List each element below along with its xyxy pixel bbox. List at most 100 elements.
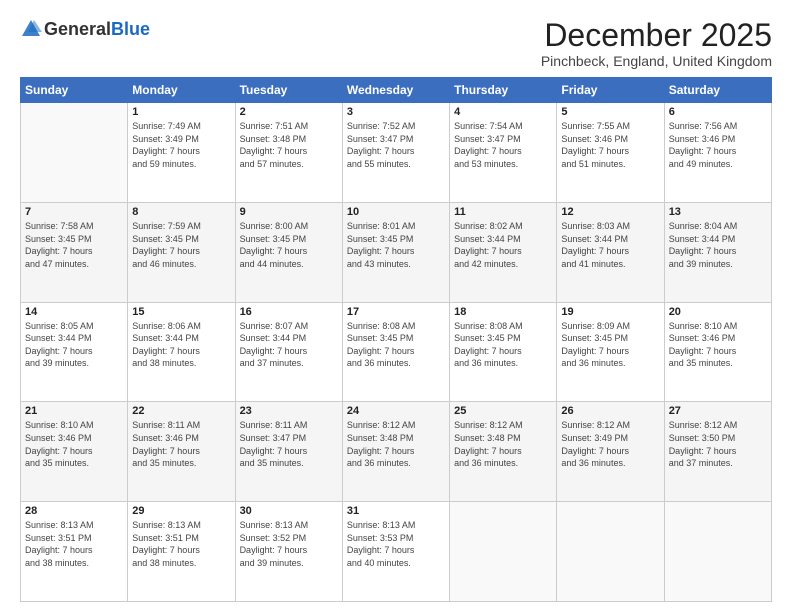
day-info: Sunrise: 8:01 AM Sunset: 3:45 PM Dayligh…	[347, 220, 445, 270]
day-number: 12	[561, 206, 659, 218]
day-number: 17	[347, 306, 445, 318]
table-row: 30 Sunrise: 8:13 AM Sunset: 3:52 PM Dayli…	[235, 502, 342, 602]
month-title: December 2025	[541, 18, 772, 53]
day-number: 18	[454, 306, 552, 318]
day-number: 26	[561, 405, 659, 417]
day-info: Sunrise: 7:56 AM Sunset: 3:46 PM Dayligh…	[669, 120, 767, 170]
day-info: Sunrise: 8:11 AM Sunset: 3:46 PM Dayligh…	[132, 419, 230, 469]
day-info: Sunrise: 8:12 AM Sunset: 3:49 PM Dayligh…	[561, 419, 659, 469]
day-info: Sunrise: 8:13 AM Sunset: 3:52 PM Dayligh…	[240, 519, 338, 569]
table-row: 6 Sunrise: 7:56 AM Sunset: 3:46 PM Daylig…	[664, 103, 771, 203]
day-info: Sunrise: 8:00 AM Sunset: 3:45 PM Dayligh…	[240, 220, 338, 270]
table-row: 26 Sunrise: 8:12 AM Sunset: 3:49 PM Dayli…	[557, 402, 664, 502]
day-info: Sunrise: 8:06 AM Sunset: 3:44 PM Dayligh…	[132, 320, 230, 370]
col-monday: Monday	[128, 78, 235, 103]
day-info: Sunrise: 7:58 AM Sunset: 3:45 PM Dayligh…	[25, 220, 123, 270]
table-row: 25 Sunrise: 8:12 AM Sunset: 3:48 PM Dayli…	[450, 402, 557, 502]
calendar-header-row: Sunday Monday Tuesday Wednesday Thursday…	[21, 78, 772, 103]
title-section: December 2025 Pinchbeck, England, United…	[541, 18, 772, 69]
day-info: Sunrise: 7:52 AM Sunset: 3:47 PM Dayligh…	[347, 120, 445, 170]
table-row: 27 Sunrise: 8:12 AM Sunset: 3:50 PM Dayli…	[664, 402, 771, 502]
table-row: 28 Sunrise: 8:13 AM Sunset: 3:51 PM Dayli…	[21, 502, 128, 602]
day-info: Sunrise: 8:13 AM Sunset: 3:51 PM Dayligh…	[132, 519, 230, 569]
day-number: 3	[347, 106, 445, 118]
day-info: Sunrise: 8:09 AM Sunset: 3:45 PM Dayligh…	[561, 320, 659, 370]
table-row: 4 Sunrise: 7:54 AM Sunset: 3:47 PM Daylig…	[450, 103, 557, 203]
table-row: 31 Sunrise: 8:13 AM Sunset: 3:53 PM Dayli…	[342, 502, 449, 602]
day-number: 16	[240, 306, 338, 318]
table-row: 9 Sunrise: 8:00 AM Sunset: 3:45 PM Daylig…	[235, 202, 342, 302]
day-number: 23	[240, 405, 338, 417]
col-thursday: Thursday	[450, 78, 557, 103]
day-info: Sunrise: 8:13 AM Sunset: 3:51 PM Dayligh…	[25, 519, 123, 569]
table-row: 3 Sunrise: 7:52 AM Sunset: 3:47 PM Daylig…	[342, 103, 449, 203]
table-row	[450, 502, 557, 602]
day-number: 22	[132, 405, 230, 417]
day-number: 4	[454, 106, 552, 118]
day-number: 2	[240, 106, 338, 118]
day-number: 8	[132, 206, 230, 218]
table-row: 5Sunrise: 7:55 AM Sunset: 3:46 PM Daylig…	[557, 103, 664, 203]
day-number: 30	[240, 505, 338, 517]
day-info: Sunrise: 7:54 AM Sunset: 3:47 PM Dayligh…	[454, 120, 552, 170]
location-subtitle: Pinchbeck, England, United Kingdom	[541, 53, 772, 69]
day-number: 29	[132, 505, 230, 517]
day-info: Sunrise: 8:04 AM Sunset: 3:44 PM Dayligh…	[669, 220, 767, 270]
day-info: Sunrise: 8:12 AM Sunset: 3:48 PM Dayligh…	[454, 419, 552, 469]
table-row: 13 Sunrise: 8:04 AM Sunset: 3:44 PM Dayli…	[664, 202, 771, 302]
table-row: 14Sunrise: 8:05 AM Sunset: 3:44 PM Dayli…	[21, 302, 128, 402]
day-info: Sunrise: 8:02 AM Sunset: 3:44 PM Dayligh…	[454, 220, 552, 270]
table-row: 17 Sunrise: 8:08 AM Sunset: 3:45 PM Dayli…	[342, 302, 449, 402]
table-row: 11 Sunrise: 8:02 AM Sunset: 3:44 PM Dayli…	[450, 202, 557, 302]
table-row: 23Sunrise: 8:11 AM Sunset: 3:47 PM Dayli…	[235, 402, 342, 502]
day-info: Sunrise: 8:12 AM Sunset: 3:48 PM Dayligh…	[347, 419, 445, 469]
day-info: Sunrise: 8:13 AM Sunset: 3:53 PM Dayligh…	[347, 519, 445, 569]
table-row: 12 Sunrise: 8:03 AM Sunset: 3:44 PM Dayli…	[557, 202, 664, 302]
col-wednesday: Wednesday	[342, 78, 449, 103]
day-number: 11	[454, 206, 552, 218]
day-info: Sunrise: 7:51 AM Sunset: 3:48 PM Dayligh…	[240, 120, 338, 170]
table-row: 7Sunrise: 7:58 AM Sunset: 3:45 PM Daylig…	[21, 202, 128, 302]
day-number: 19	[561, 306, 659, 318]
logo: GeneralBlue	[20, 18, 150, 40]
day-info: Sunrise: 8:08 AM Sunset: 3:45 PM Dayligh…	[347, 320, 445, 370]
col-friday: Friday	[557, 78, 664, 103]
calendar-week-row: 21 Sunrise: 8:10 AM Sunset: 3:46 PM Dayli…	[21, 402, 772, 502]
table-row: 15 Sunrise: 8:06 AM Sunset: 3:44 PM Dayli…	[128, 302, 235, 402]
table-row: 16 Sunrise: 8:07 AM Sunset: 3:44 PM Dayli…	[235, 302, 342, 402]
page: GeneralBlue December 2025 Pinchbeck, Eng…	[0, 0, 792, 612]
day-number: 5	[561, 106, 659, 118]
calendar-week-row: 7Sunrise: 7:58 AM Sunset: 3:45 PM Daylig…	[21, 202, 772, 302]
table-row: 18Sunrise: 8:08 AM Sunset: 3:45 PM Dayli…	[450, 302, 557, 402]
day-number: 6	[669, 106, 767, 118]
calendar-week-row: 14Sunrise: 8:05 AM Sunset: 3:44 PM Dayli…	[21, 302, 772, 402]
day-number: 1	[132, 106, 230, 118]
day-info: Sunrise: 8:10 AM Sunset: 3:46 PM Dayligh…	[25, 419, 123, 469]
table-row: 1Sunrise: 7:49 AM Sunset: 3:49 PM Daylig…	[128, 103, 235, 203]
table-row	[664, 502, 771, 602]
table-row: 22 Sunrise: 8:11 AM Sunset: 3:46 PM Dayli…	[128, 402, 235, 502]
day-number: 28	[25, 505, 123, 517]
day-number: 15	[132, 306, 230, 318]
day-number: 27	[669, 405, 767, 417]
day-number: 31	[347, 505, 445, 517]
day-info: Sunrise: 8:05 AM Sunset: 3:44 PM Dayligh…	[25, 320, 123, 370]
calendar-week-row: 28 Sunrise: 8:13 AM Sunset: 3:51 PM Dayli…	[21, 502, 772, 602]
day-info: Sunrise: 7:59 AM Sunset: 3:45 PM Dayligh…	[132, 220, 230, 270]
table-row: 29 Sunrise: 8:13 AM Sunset: 3:51 PM Dayli…	[128, 502, 235, 602]
day-info: Sunrise: 8:12 AM Sunset: 3:50 PM Dayligh…	[669, 419, 767, 469]
col-saturday: Saturday	[664, 78, 771, 103]
logo-general-text: General	[44, 19, 111, 40]
day-info: Sunrise: 8:07 AM Sunset: 3:44 PM Dayligh…	[240, 320, 338, 370]
day-number: 20	[669, 306, 767, 318]
day-number: 25	[454, 405, 552, 417]
table-row: 21 Sunrise: 8:10 AM Sunset: 3:46 PM Dayli…	[21, 402, 128, 502]
calendar-table: Sunday Monday Tuesday Wednesday Thursday…	[20, 77, 772, 602]
day-number: 9	[240, 206, 338, 218]
table-row: 19 Sunrise: 8:09 AM Sunset: 3:45 PM Dayli…	[557, 302, 664, 402]
day-number: 21	[25, 405, 123, 417]
logo-blue-text: Blue	[111, 19, 150, 40]
day-number: 13	[669, 206, 767, 218]
day-info: Sunrise: 8:03 AM Sunset: 3:44 PM Dayligh…	[561, 220, 659, 270]
day-number: 24	[347, 405, 445, 417]
